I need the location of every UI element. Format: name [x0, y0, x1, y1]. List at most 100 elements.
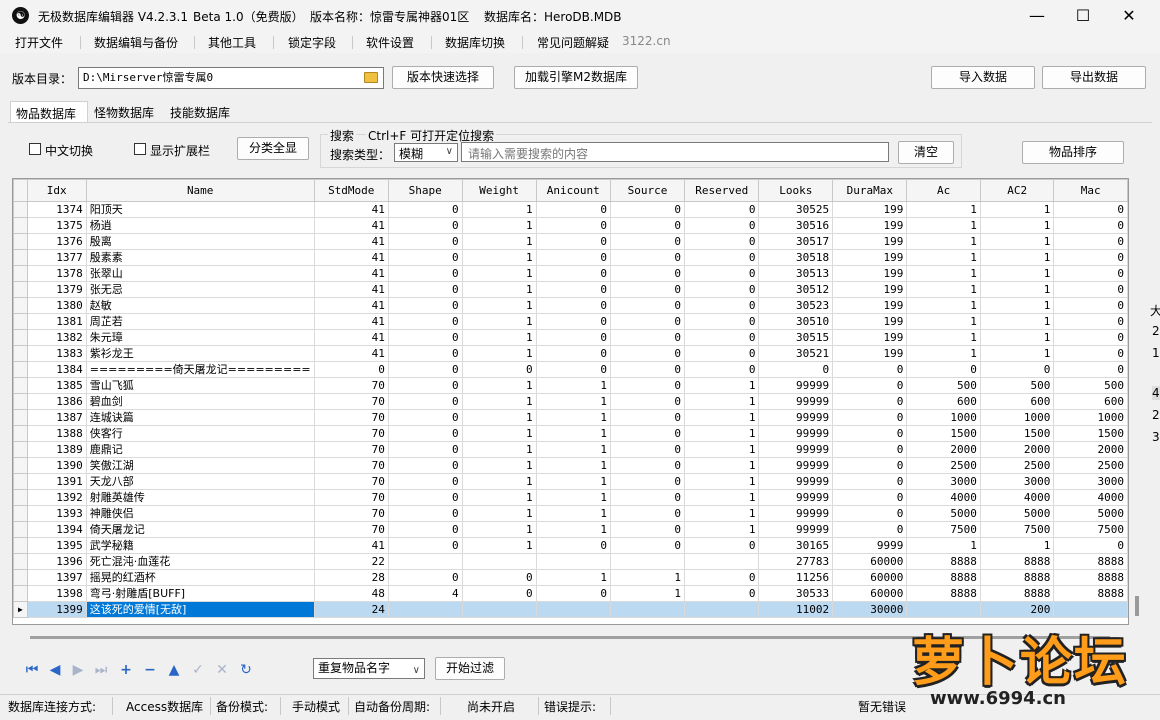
cell-source[interactable]: 0 — [610, 473, 685, 490]
cell-stdmode[interactable]: 0 — [313, 361, 389, 378]
cell-looks[interactable]: 30533 — [758, 585, 834, 602]
cell-duramax[interactable]: 199 — [832, 281, 908, 298]
cell-shape[interactable]: 0 — [387, 201, 463, 218]
cell-idx[interactable]: 1383 — [26, 345, 87, 362]
cell-reserved[interactable] — [683, 553, 760, 570]
cell-ac2[interactable]: 8888 — [979, 553, 1055, 570]
search-input[interactable]: 请输入需要搜索的内容 — [461, 142, 889, 162]
cell-duramax[interactable]: 0 — [832, 393, 908, 410]
column-header-ac[interactable]: Ac — [906, 179, 981, 202]
cell-looks[interactable]: 99999 — [758, 457, 834, 474]
cell-looks[interactable]: 99999 — [758, 489, 834, 506]
column-header-mac[interactable]: Mac — [1053, 179, 1128, 202]
cell-weight[interactable]: 1 — [461, 489, 537, 506]
cell-reserved[interactable]: 1 — [683, 377, 760, 394]
cell-stdmode[interactable]: 48 — [313, 585, 389, 602]
cell-anicount[interactable]: 1 — [535, 457, 612, 474]
cell-shape[interactable]: 0 — [387, 521, 463, 538]
cell-stdmode[interactable]: 41 — [313, 201, 389, 218]
cell-stdmode[interactable]: 70 — [313, 393, 389, 410]
cell-duramax[interactable]: 0 — [832, 361, 908, 378]
cell-source[interactable]: 0 — [610, 489, 685, 506]
menu-db-switch[interactable]: 数据库切换 — [445, 34, 505, 51]
cell-idx[interactable]: 1375 — [26, 217, 87, 234]
cell-looks[interactable]: 99999 — [758, 409, 834, 426]
cell-stdmode[interactable]: 70 — [313, 489, 389, 506]
cell-idx[interactable]: 1394 — [26, 521, 87, 538]
cell-looks[interactable]: 99999 — [758, 377, 834, 394]
cell-ac2[interactable]: 500 — [979, 377, 1055, 394]
cell-ac[interactable]: 1 — [906, 217, 981, 234]
cell-duramax[interactable]: 199 — [832, 313, 908, 330]
cell-anicount[interactable]: 0 — [535, 585, 612, 602]
cell-shape[interactable]: 0 — [387, 569, 463, 586]
cell-shape[interactable]: 0 — [387, 441, 463, 458]
cell-weight[interactable]: 1 — [461, 281, 537, 298]
cell-mac[interactable] — [1053, 601, 1128, 618]
column-header-reserved[interactable]: Reserved — [683, 179, 760, 202]
cell-shape[interactable] — [387, 601, 463, 618]
cell-mac[interactable]: 3000 — [1053, 473, 1128, 490]
cell-ac[interactable]: 7500 — [906, 521, 981, 538]
cell-mac[interactable]: 1500 — [1053, 425, 1128, 442]
table-row[interactable]: 1398 弯弓·射雕盾[BUFF] 48 4 0 0 1 0 30533 60000 8888 888… — [13, 585, 1128, 602]
cell-duramax[interactable]: 0 — [832, 489, 908, 506]
cell-ac[interactable]: 2000 — [906, 441, 981, 458]
cell-reserved[interactable] — [683, 601, 760, 618]
table-row[interactable]: 1381 周芷若 41 0 1 0 0 0 30510 199 1 1 0 — [13, 313, 1128, 330]
cell-name[interactable]: 雪山飞狐 — [85, 377, 315, 394]
cell-anicount[interactable] — [535, 601, 612, 618]
cell-shape[interactable]: 0 — [387, 537, 463, 554]
cell-name[interactable]: 这该死的爱情[无敌] — [85, 601, 315, 618]
cell-source[interactable]: 0 — [610, 329, 685, 346]
last-icon[interactable]: ⏭ — [92, 662, 110, 678]
cell-name[interactable]: 神雕侠侣 — [85, 505, 315, 522]
cell-duramax[interactable]: 0 — [832, 457, 908, 474]
cell-looks[interactable]: 30518 — [758, 249, 834, 266]
cell-weight[interactable]: 1 — [461, 249, 537, 266]
cell-reserved[interactable]: 1 — [683, 425, 760, 442]
cell-shape[interactable]: 0 — [387, 281, 463, 298]
cell-ac2[interactable]: 7500 — [979, 521, 1055, 538]
cell-shape[interactable]: 0 — [387, 329, 463, 346]
cell-source[interactable]: 0 — [610, 537, 685, 554]
cell-weight[interactable]: 0 — [461, 361, 537, 378]
dir-input[interactable]: D:\Mirserver惊雷专属0 — [78, 67, 384, 89]
cell-stdmode[interactable]: 70 — [313, 457, 389, 474]
cell-stdmode[interactable]: 70 — [313, 473, 389, 490]
cell-source[interactable]: 0 — [610, 393, 685, 410]
cell-ac2[interactable]: 1 — [979, 329, 1055, 346]
cell-idx[interactable]: 1391 — [26, 473, 87, 490]
cell-mac[interactable]: 0 — [1053, 329, 1128, 346]
table-row[interactable]: ▶ 1399 这该死的爱情[无敌] 24 11002 30000 200 — [13, 601, 1128, 618]
cell-weight[interactable]: 1 — [461, 393, 537, 410]
cell-reserved[interactable]: 1 — [683, 393, 760, 410]
cell-source[interactable]: 0 — [610, 217, 685, 234]
cell-mac[interactable]: 8888 — [1053, 569, 1128, 586]
cell-mac[interactable]: 0 — [1053, 217, 1128, 234]
cell-mac[interactable]: 0 — [1053, 345, 1128, 362]
cell-shape[interactable]: 0 — [387, 265, 463, 282]
cell-name[interactable]: 倚天屠龙记 — [85, 521, 315, 538]
cell-looks[interactable]: 30521 — [758, 345, 834, 362]
first-icon[interactable]: ⏮ — [23, 662, 41, 678]
column-header-name[interactable]: Name — [85, 179, 315, 202]
cell-stdmode[interactable]: 41 — [313, 537, 389, 554]
cell-duramax[interactable]: 199 — [832, 297, 908, 314]
cell-source[interactable]: 0 — [610, 441, 685, 458]
cell-stdmode[interactable]: 70 — [313, 505, 389, 522]
import-button[interactable]: 导入数据 — [931, 66, 1035, 89]
confirm-icon[interactable]: ✓ — [189, 662, 207, 678]
cell-anicount[interactable]: 0 — [535, 201, 612, 218]
cell-shape[interactable]: 0 — [387, 377, 463, 394]
cell-mac[interactable]: 8888 — [1053, 553, 1128, 570]
cell-ac[interactable]: 1000 — [906, 409, 981, 426]
cell-name[interactable]: 张翠山 — [85, 265, 315, 282]
cell-stdmode[interactable]: 41 — [313, 217, 389, 234]
cell-ac[interactable]: 1500 — [906, 425, 981, 442]
cell-name[interactable]: 侠客行 — [85, 425, 315, 442]
cell-name[interactable]: 殷素素 — [85, 249, 315, 266]
cell-ac[interactable]: 1 — [906, 537, 981, 554]
cell-looks[interactable]: 99999 — [758, 425, 834, 442]
cell-ac2[interactable]: 1 — [979, 281, 1055, 298]
